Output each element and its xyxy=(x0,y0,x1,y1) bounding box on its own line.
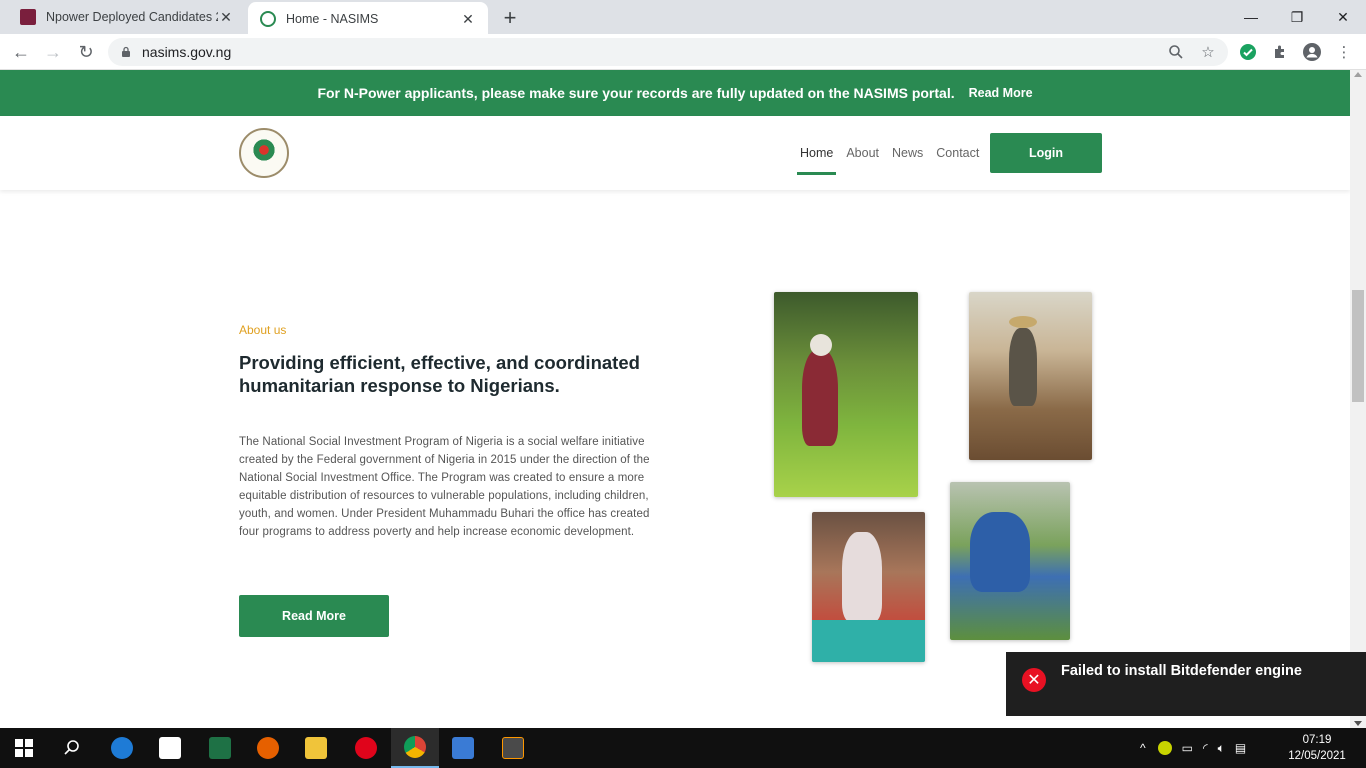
windows-logo-icon xyxy=(15,739,33,757)
start-button[interactable] xyxy=(0,728,48,768)
error-icon: ✕ xyxy=(1022,668,1046,692)
lock-icon xyxy=(122,46,130,57)
about-heading: Providing efficient, effective, and coor… xyxy=(239,352,640,396)
battery-icon[interactable]: ▭ xyxy=(1182,741,1193,755)
taskbar-firefox[interactable] xyxy=(244,728,292,768)
excel-icon xyxy=(209,737,231,759)
folder-icon xyxy=(305,737,327,759)
close-tab-icon[interactable]: ✕ xyxy=(218,9,234,26)
farmer-hoeing-photo xyxy=(969,292,1092,460)
new-tab-button[interactable]: + xyxy=(498,5,522,31)
volume-icon[interactable]: 🔈︎ xyxy=(1218,741,1225,756)
taskbar-file-explorer[interactable] xyxy=(292,728,340,768)
extensions-puzzle-icon[interactable] xyxy=(1270,42,1290,62)
taskbar-excel[interactable] xyxy=(196,728,244,768)
search-button[interactable] xyxy=(48,728,96,768)
tab-title: Home - NASIMS xyxy=(286,12,379,26)
about-read-more-button[interactable]: Read More xyxy=(239,595,389,637)
wifi-icon[interactable]: ◜ xyxy=(1203,741,1208,755)
scroll-up-icon[interactable] xyxy=(1354,72,1362,77)
market-vendor-photo xyxy=(812,512,925,662)
site-header: Home About News Contact Login xyxy=(0,116,1350,190)
toast-message: Failed to install Bitdefender engine xyxy=(1061,663,1302,679)
windows-taskbar: ^ ▭ ◜ 🔈︎ ▤ 07:19 12/05/2021 xyxy=(0,728,1366,768)
tray-app-icon[interactable] xyxy=(1157,741,1172,755)
zoom-icon[interactable] xyxy=(1166,42,1186,62)
nav-home[interactable]: Home xyxy=(797,146,837,175)
restore-button[interactable]: ❐ xyxy=(1274,0,1320,34)
opera-icon xyxy=(355,737,377,759)
about-eyebrow: About us xyxy=(239,323,287,337)
logo-emblem-icon xyxy=(249,138,279,168)
nav-about[interactable]: About xyxy=(843,146,882,160)
menu-kebab-icon[interactable]: ⋮ xyxy=(1334,42,1354,62)
clock-time: 07:19 xyxy=(1302,734,1332,746)
nasims-favicon xyxy=(260,11,276,27)
system-tray: ^ ▭ ◜ 🔈︎ ▤ xyxy=(1140,728,1246,768)
chrome-icon xyxy=(404,736,426,758)
minimize-button[interactable]: — xyxy=(1228,0,1274,34)
firefox-icon xyxy=(257,737,279,759)
address-bar[interactable]: nasims.gov.ng xyxy=(108,38,1228,66)
taskbar-opera[interactable] xyxy=(342,728,390,768)
show-hidden-icons-icon[interactable]: ^ xyxy=(1140,741,1146,755)
scroll-down-icon[interactable] xyxy=(1354,721,1362,726)
close-tab-icon[interactable]: ✕ xyxy=(460,11,476,28)
page-viewport: For N-Power applicants, please make sure… xyxy=(0,70,1350,728)
back-button[interactable]: ← xyxy=(10,41,32,63)
announcement-banner: For N-Power applicants, please make sure… xyxy=(0,70,1350,116)
scrollbar-thumb[interactable] xyxy=(1352,290,1364,402)
nav-news[interactable]: News xyxy=(889,146,926,160)
tab-npower-candidates[interactable]: Npower Deployed Candidates 20 ✕ xyxy=(8,0,246,34)
tab-strip: Npower Deployed Candidates 20 ✕ Home - N… xyxy=(0,0,1366,36)
search-icon xyxy=(64,740,79,755)
farmer-rice-field-photo xyxy=(774,292,918,497)
close-window-button[interactable]: ✕ xyxy=(1320,0,1366,34)
store-icon xyxy=(159,737,181,759)
forward-button[interactable]: → xyxy=(42,41,64,63)
bitdefender-error-toast[interactable]: ✕ Failed to install Bitdefender engine xyxy=(1006,652,1366,716)
taskbar-media-player[interactable] xyxy=(439,728,487,768)
taskbar-chrome[interactable] xyxy=(391,728,439,768)
tab-home-nasims[interactable]: Home - NASIMS ✕ xyxy=(248,2,488,36)
clock-date: 12/05/2021 xyxy=(1288,750,1346,762)
main-nav: Home About News Contact xyxy=(797,116,989,190)
sublime-icon xyxy=(502,737,524,759)
page-scrollbar[interactable] xyxy=(1350,70,1366,728)
taskbar-store[interactable] xyxy=(146,728,194,768)
tab-title: Npower Deployed Candidates 20 xyxy=(46,10,218,24)
bookmark-star-icon[interactable]: ☆ xyxy=(1198,42,1218,62)
login-button[interactable]: Login xyxy=(990,133,1102,173)
action-center-icon[interactable]: ▤ xyxy=(1235,741,1246,755)
nasims-logo[interactable] xyxy=(239,128,289,178)
profile-avatar-icon[interactable] xyxy=(1302,42,1322,62)
url-text: nasims.gov.ng xyxy=(142,44,232,60)
browser-toolbar: ← → ↻ nasims.gov.ng ☆ ⋮ xyxy=(0,34,1366,70)
gardener-photo xyxy=(950,482,1070,640)
about-body-text: The National Social Investment Program o… xyxy=(239,436,650,538)
tab-favicon xyxy=(20,9,36,25)
banner-read-more-link[interactable]: Read More xyxy=(969,86,1033,100)
taskbar-edge[interactable] xyxy=(98,728,146,768)
extension-check-icon[interactable] xyxy=(1238,42,1258,62)
taskbar-sublime[interactable] xyxy=(489,728,537,768)
media-player-icon xyxy=(452,737,474,759)
reload-button[interactable]: ↻ xyxy=(75,41,97,63)
banner-message: For N-Power applicants, please make sure… xyxy=(317,85,955,101)
nav-contact[interactable]: Contact xyxy=(933,146,982,160)
edge-icon xyxy=(111,737,133,759)
taskbar-clock[interactable]: 07:19 12/05/2021 xyxy=(1288,732,1346,764)
